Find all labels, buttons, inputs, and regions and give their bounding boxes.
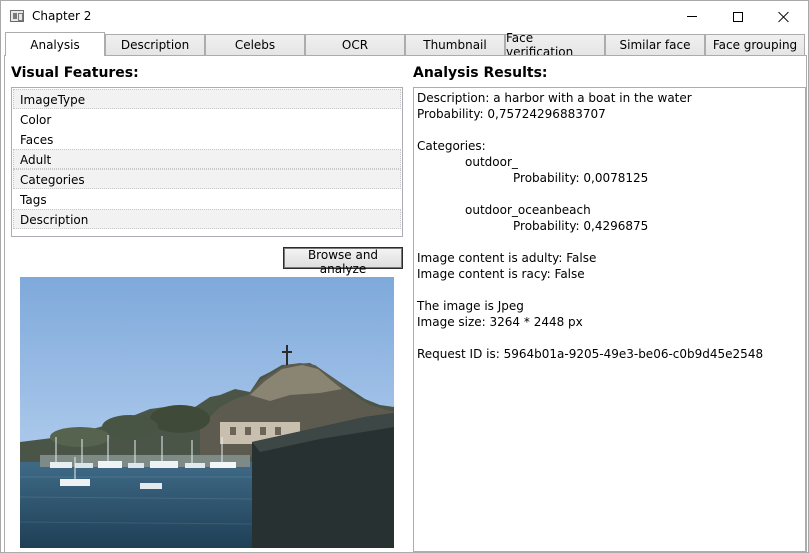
result-line <box>417 186 802 202</box>
result-line <box>417 122 802 138</box>
tab-thumbnail[interactable]: Thumbnail <box>405 34 505 55</box>
tab-strip: Analysis Description Celebs OCR Thumbnai… <box>4 31 807 59</box>
harbor-photo-image <box>20 277 394 548</box>
feature-item-tags[interactable]: Tags <box>13 189 401 209</box>
tab-ocr[interactable]: OCR <box>305 34 405 55</box>
browse-and-analyze-button[interactable]: Browse and analyze <box>283 247 403 276</box>
close-icon <box>778 11 790 23</box>
result-line: Categories: <box>417 139 486 153</box>
minimize-button[interactable] <box>669 1 715 32</box>
feature-item-imagetype[interactable]: ImageType <box>13 89 401 109</box>
visual-features-heading: Visual Features: <box>11 65 139 81</box>
feature-item-color[interactable]: Color <box>13 109 401 129</box>
analysis-results-heading: Analysis Results: <box>413 65 548 81</box>
tab-face-verification[interactable]: Face verification <box>505 31 605 59</box>
tab-similar-face[interactable]: Similar face <box>605 34 705 55</box>
result-line: Image content is racy: False <box>417 267 585 281</box>
minimize-icon <box>687 16 697 17</box>
result-line: Image size: 3264 * 2448 px <box>417 315 583 329</box>
result-line: Probability: 0,0078125 <box>513 171 649 185</box>
maximize-button[interactable] <box>715 1 761 32</box>
maximize-icon <box>733 11 743 22</box>
result-line: outdoor_oceanbeach <box>465 203 591 217</box>
result-line <box>417 330 802 346</box>
result-line: outdoor_ <box>465 155 518 169</box>
title-bar[interactable]: Chapter 2 <box>1 1 808 32</box>
result-line <box>417 282 802 298</box>
result-line: Request ID is: 5964b01a-9205-49e3-be06-c… <box>417 347 764 361</box>
tab-description[interactable]: Description <box>105 34 205 55</box>
result-line <box>417 234 802 250</box>
result-line: Description: a harbor with a boat in the… <box>417 91 692 105</box>
window-app-icon[interactable] <box>10 10 24 22</box>
result-line: The image is Jpeg <box>417 299 524 313</box>
window-title: Chapter 2 <box>32 9 92 23</box>
feature-item-categories[interactable]: Categories <box>13 169 401 189</box>
close-button[interactable] <box>761 1 807 32</box>
result-line: Image content is adulty: False <box>417 251 597 265</box>
result-line: Probability: 0,4296875 <box>513 219 649 233</box>
feature-item-adult[interactable]: Adult <box>13 149 401 169</box>
tab-celebs[interactable]: Celebs <box>205 34 305 55</box>
feature-item-faces[interactable]: Faces <box>13 129 401 149</box>
tab-analysis[interactable]: Analysis <box>5 32 105 56</box>
visual-features-list[interactable]: ImageType Color Faces Adult Categories T… <box>11 87 403 237</box>
feature-item-description[interactable]: Description <box>13 209 401 229</box>
tab-face-grouping[interactable]: Face grouping <box>705 34 805 55</box>
result-line: Probability: 0,75724296883707 <box>417 107 606 121</box>
analysis-results-textbox[interactable]: Description: a harbor with a boat in the… <box>413 87 806 552</box>
analyzed-image <box>20 277 394 548</box>
app-window: Chapter 2 Analysis Description Celebs OC… <box>0 0 809 553</box>
